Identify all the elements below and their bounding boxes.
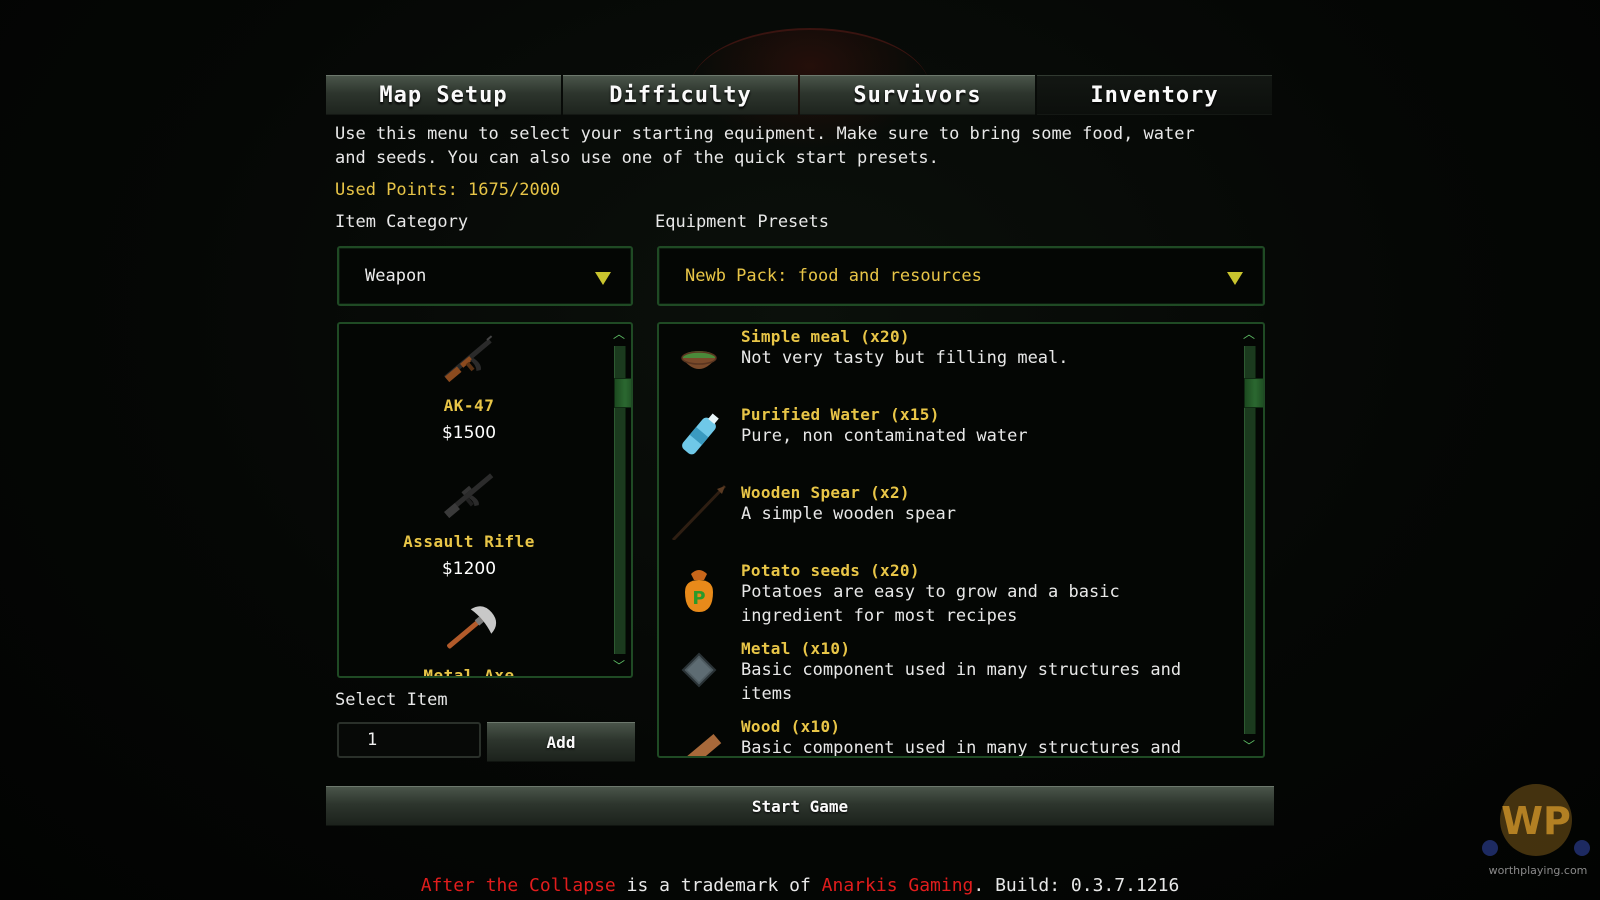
preset-item-list: Simple meal (x20) Not very tasty but fil… [657,322,1265,758]
metal-axe-icon [447,606,497,649]
select-item-label: Select Item [335,690,448,710]
list-item[interactable]: Assault Rifle $1200 [339,462,599,579]
scrollbar-track[interactable] [614,346,631,654]
svg-text:P: P [692,588,705,609]
preset-list-scrollbar[interactable]: ︿ ﹀ [1240,328,1263,752]
item-name: Metal (x10) [741,639,851,658]
item-category-dropdown[interactable]: Weapon [337,246,633,306]
chevron-down-icon [595,272,611,285]
footer-trademark: After the Collapse is a trademark of Ana… [0,875,1600,896]
chevron-down-icon[interactable]: ﹀ [613,660,625,672]
item-name: Purified Water (x15) [741,405,940,424]
item-description: Pure, non contaminated water [741,426,1028,446]
metal-icon [681,652,717,688]
item-name: Potato seeds (x20) [741,561,920,580]
list-item[interactable]: Metal Axe [339,596,599,678]
list-item: Wood (x10) Basic component used in many … [671,717,1231,758]
list-item[interactable]: AK-47 $1500 [339,326,599,443]
assault-rifle-icon [444,473,494,519]
watermark: WP worthplaying.com [1476,780,1596,877]
tab-map-setup[interactable]: Map Setup [326,75,561,115]
tab-bar: Map Setup Difficulty Survivors Inventory [326,75,1272,115]
scrollbar-thumb[interactable] [614,378,631,408]
scrollbar-thumb[interactable] [1244,378,1263,408]
chevron-down-icon [1227,272,1243,285]
watermark-logo-text: WP [1501,799,1571,843]
start-game-button[interactable]: Start Game [326,786,1274,826]
weapon-list-scrollbar[interactable]: ︿ ﹀ [610,328,631,672]
worthplaying-logo: WP [1482,784,1590,856]
item-description: Basic component used in many structures … [741,660,1182,704]
weapon-list[interactable]: AK-47 $1500 Assault Rifle $1200 Metal Ax… [337,322,633,678]
item-description: A simple wooden spear [741,504,956,524]
chevron-up-icon[interactable]: ︿ [613,328,625,340]
item-description: Not very tasty but filling meal. [741,348,1069,368]
water-bottle-icon [682,413,719,455]
item-category-label: Item Category [335,212,469,232]
build-version: . Build: 0.3.7.1216 [973,875,1180,896]
weapon-name: Metal Axe [423,666,515,678]
watermark-text: worthplaying.com [1488,864,1588,877]
list-item: Wooden Spear (x2) A simple wooden spear [671,484,1231,554]
wood-icon [676,733,722,756]
used-points: Used Points: 1675/2000 [335,180,561,200]
equipment-presets-value: Newb Pack: food and resources [685,266,982,286]
equipment-presets-dropdown[interactable]: Newb Pack: food and resources [657,246,1265,306]
list-item: Metal (x10) Basic component used in many… [671,640,1231,710]
equipment-presets-label: Equipment Presets [655,212,829,232]
footer-middle: is a trademark of [615,875,822,896]
quantity-input[interactable] [337,722,481,758]
chevron-up-icon[interactable]: ︿ [1243,328,1255,340]
item-name: Wooden Spear (x2) [741,483,910,502]
tab-difficulty[interactable]: Difficulty [563,75,798,115]
weapon-name: Assault Rifle [403,532,535,551]
item-description: Basic component used in many structures … [741,738,1182,758]
spear-icon [671,484,727,540]
game-name: After the Collapse [420,875,616,896]
tab-inventory[interactable]: Inventory [1037,75,1272,115]
weapon-price: $1200 [441,559,497,579]
list-item: Purified Water (x15) Pure, non contamina… [671,406,1231,476]
intro-text: Use this menu to select your starting eq… [335,124,1195,168]
chevron-down-icon[interactable]: ﹀ [1243,740,1255,752]
item-name: Simple meal (x20) [741,327,910,346]
seed-bag-icon: P [685,570,713,612]
scrollbar-track[interactable] [1244,346,1263,734]
tab-survivors[interactable]: Survivors [800,75,1035,115]
item-name: Wood (x10) [741,717,841,736]
ak47-icon [444,335,493,383]
bowl-icon [681,351,717,369]
item-category-value: Weapon [365,266,427,286]
weapon-name: AK-47 [443,396,495,415]
weapon-price: $1500 [441,423,497,443]
company-name: Anarkis Gaming [821,875,974,896]
item-description: Potatoes are easy to grow and a basic in… [741,582,1120,626]
list-item: P Potato seeds (x20) Potatoes are easy t… [671,562,1231,632]
list-item: Simple meal (x20) Not very tasty but fil… [671,328,1231,398]
add-button[interactable]: Add [487,722,635,762]
